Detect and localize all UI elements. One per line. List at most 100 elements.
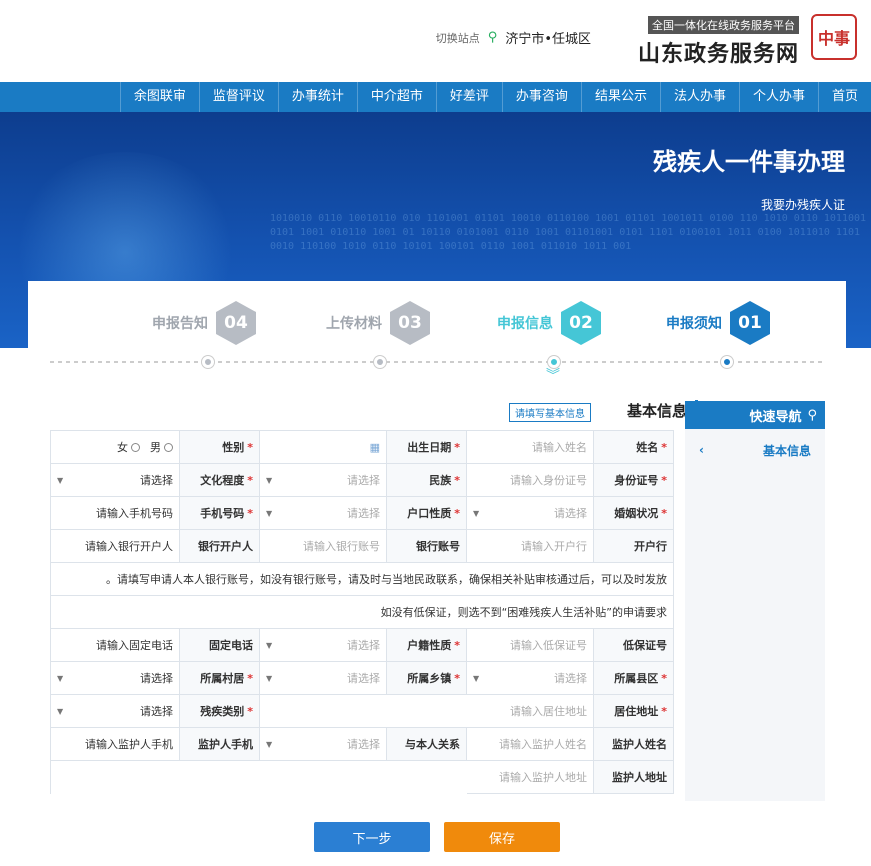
form-row: 监护人姓名 请输入监护人姓名 与本人关系 请选择 ▼ 监护人手机 请输入监护人手机 — [51, 728, 674, 761]
form-row: * 身份证号 请输入身份证号 * 民族 请选择 ▼ * 文化程度 请选择 ▼ — [51, 464, 674, 497]
nav-results[interactable]: 结果公示 — [580, 82, 660, 112]
form-row: 监护人地址 请输入监护人地址 — [467, 761, 674, 794]
site-logo[interactable]: 全国一体化在线政务服务平台 山东政务服务网 — [638, 16, 799, 68]
nav-consult[interactable]: 办事咨询 — [501, 82, 581, 112]
quick-nav: 快速导航 ⚲ ‹ 基本信息 — [685, 401, 825, 801]
chevron-down-icon: ▼ — [266, 739, 273, 749]
gender-male-radio[interactable]: 男 — [150, 439, 173, 455]
site-header: 中事 全国一体化在线政务服务平台 山东政务服务网 济宁市•任城区 ⚲ 切换站点 — [0, 0, 871, 82]
step-progress: 01 申报须知 02 申报信息 03 上传材料 04 申报告知 ︾ — [28, 281, 846, 383]
county-select[interactable]: 请选择 ▼ — [467, 662, 594, 695]
step-2[interactable]: 02 申报信息 — [497, 301, 601, 345]
step-4-dot — [202, 356, 214, 368]
id-label: * 身份证号 — [594, 464, 674, 497]
hukou-loc-select[interactable]: 请选择 ▼ — [260, 629, 387, 662]
form-row: * 所属县区 请选择 ▼ * 所属乡镇 请选择 ▼ * 所属村居 请选择 ▼ — [51, 662, 674, 695]
birth-input[interactable]: ▦ — [260, 431, 387, 464]
active-step-chevron-icon: ︾ — [546, 368, 560, 384]
disability-select[interactable]: 请选择 ▼ — [51, 695, 180, 728]
relation-select[interactable]: 请选择 ▼ — [260, 728, 387, 761]
step-1-label: 申报须知 — [666, 316, 722, 332]
dibao-input[interactable]: 请输入低保证号 — [467, 629, 594, 662]
chevron-down-icon: ▼ — [57, 475, 64, 485]
landline-input[interactable]: 请输入固定电话 — [51, 629, 180, 662]
nav-review[interactable]: 好差评 — [435, 82, 502, 112]
step-1[interactable]: 01 申报须知 — [666, 301, 770, 345]
step-1-dot — [721, 356, 733, 368]
holder-input[interactable]: 请输入银行开户人 — [51, 530, 180, 563]
step-4-badge: 04 — [216, 301, 256, 345]
logo-seal[interactable]: 中事 — [811, 14, 857, 60]
chevron-down-icon: ▼ — [266, 508, 273, 518]
step-track — [50, 361, 826, 363]
guardian-phone-label: 监护人手机 — [180, 728, 260, 761]
county-label: * 所属县区 — [594, 662, 674, 695]
bank-label: 开户行 — [594, 530, 674, 563]
chevron-down-icon: ▼ — [266, 673, 273, 683]
form-row: 请填写申请人本人银行账号，如没有银行账号，请及时与当地民政联系，确保相关补贴审核… — [51, 563, 674, 596]
hukou-select[interactable]: 请选择 ▼ — [260, 497, 387, 530]
step-3-badge: 03 — [390, 301, 430, 345]
step-4[interactable]: 04 申报告知 — [152, 301, 256, 345]
step-3-dot — [374, 356, 386, 368]
education-select[interactable]: 请选择 ▼ — [51, 464, 180, 497]
nav-statistics[interactable]: 办事统计 — [277, 82, 357, 112]
quick-nav-item-basic-info[interactable]: ‹ 基本信息 — [685, 429, 825, 471]
step-2-label: 申报信息 — [497, 316, 553, 332]
step-2-dot — [548, 356, 560, 368]
disability-label: * 残疾类别 — [180, 695, 260, 728]
location-name: 济宁市•任城区 — [505, 32, 591, 47]
village-select[interactable]: 请选择 ▼ — [51, 662, 180, 695]
fill-basic-info-button[interactable]: 请填写基本信息 — [509, 403, 591, 422]
guardian-input[interactable]: 请输入监护人姓名 — [467, 728, 594, 761]
banner-title: 残疾人一件事办理 — [653, 148, 845, 176]
education-label: * 文化程度 — [180, 464, 260, 497]
form-row: 低保证号 请输入低保证号 * 户籍性质 请选择 ▼ 固定电话 请输入固定电话 — [51, 629, 674, 662]
gender-female-radio[interactable]: 女 — [117, 439, 140, 455]
location-pin-icon: ⚲ — [487, 30, 498, 45]
step-3-label: 上传材料 — [326, 316, 382, 332]
bank-input[interactable]: 请输入开户行 — [467, 530, 594, 563]
nation-select[interactable]: 请选择 ▼ — [260, 464, 387, 497]
town-label: * 所属乡镇 — [387, 662, 467, 695]
nav-legal[interactable]: 法人办事 — [659, 82, 739, 112]
form-row: 如没有低保证，则选不到“困难残疾人生活补贴”的申请要求 — [51, 596, 674, 629]
phone-input[interactable]: 请输入手机号码 — [51, 497, 180, 530]
account-input[interactable]: 请输入银行账号 — [260, 530, 387, 563]
nav-joint-review[interactable]: 余图联审 — [119, 82, 199, 112]
logo-title: 山东政务服务网 — [637, 42, 799, 67]
town-select[interactable]: 请选择 ▼ — [260, 662, 387, 695]
form-row: * 婚姻状况 请选择 ▼ * 户口性质 请选择 ▼ * 手机号码 请输入手机号码 — [51, 497, 674, 530]
calendar-icon[interactable]: ▦ — [370, 441, 380, 454]
marriage-label: * 婚姻状况 — [594, 497, 674, 530]
nav-agency-market[interactable]: 中介超市 — [356, 82, 436, 112]
form-row: * 居住地址 请输入居住地址 * 残疾类别 请选择 ▼ — [51, 695, 674, 728]
dibao-note: 如没有低保证，则选不到“困难残疾人生活补贴”的申请要求 — [51, 596, 674, 629]
address-input[interactable]: 请输入居住地址 — [260, 695, 594, 728]
id-input[interactable]: 请输入身份证号 — [467, 464, 594, 497]
quick-nav-header: 快速导航 ⚲ — [685, 401, 825, 429]
chevron-down-icon: ▼ — [266, 475, 273, 485]
nav-home[interactable]: 首页 — [817, 82, 871, 112]
map-pin-icon: ⚲ — [807, 407, 817, 423]
marriage-select[interactable]: 请选择 ▼ — [467, 497, 594, 530]
name-label: * 姓名 — [594, 431, 674, 464]
name-input[interactable]: 请输入姓名 — [467, 431, 594, 464]
next-step-button[interactable]: 下一步 — [314, 822, 430, 852]
nav-supervision[interactable]: 监督评议 — [198, 82, 278, 112]
logo-subtitle: 全国一体化在线政务服务平台 — [648, 16, 799, 34]
switch-site-link[interactable]: 切换站点 — [436, 30, 480, 46]
phone-label: * 手机号码 — [180, 497, 260, 530]
chevron-down-icon: ▼ — [266, 640, 273, 650]
hukou-loc-label: * 户籍性质 — [387, 629, 467, 662]
save-button[interactable]: 保存 — [444, 822, 560, 852]
guardian-phone-input[interactable]: 请输入监护人手机 — [51, 728, 180, 761]
nav-personal[interactable]: 个人办事 — [738, 82, 818, 112]
guardian-addr-input[interactable]: 请输入监护人地址 — [467, 761, 594, 794]
step-3[interactable]: 03 上传材料 — [326, 301, 430, 345]
chevron-down-icon: ▼ — [473, 673, 480, 683]
step-4-label: 申报告知 — [152, 316, 208, 332]
location-switcher[interactable]: 济宁市•任城区 ⚲ 切换站点 — [436, 28, 591, 47]
step-2-badge: 02 — [561, 301, 601, 345]
holder-label: 银行开户人 — [180, 530, 260, 563]
